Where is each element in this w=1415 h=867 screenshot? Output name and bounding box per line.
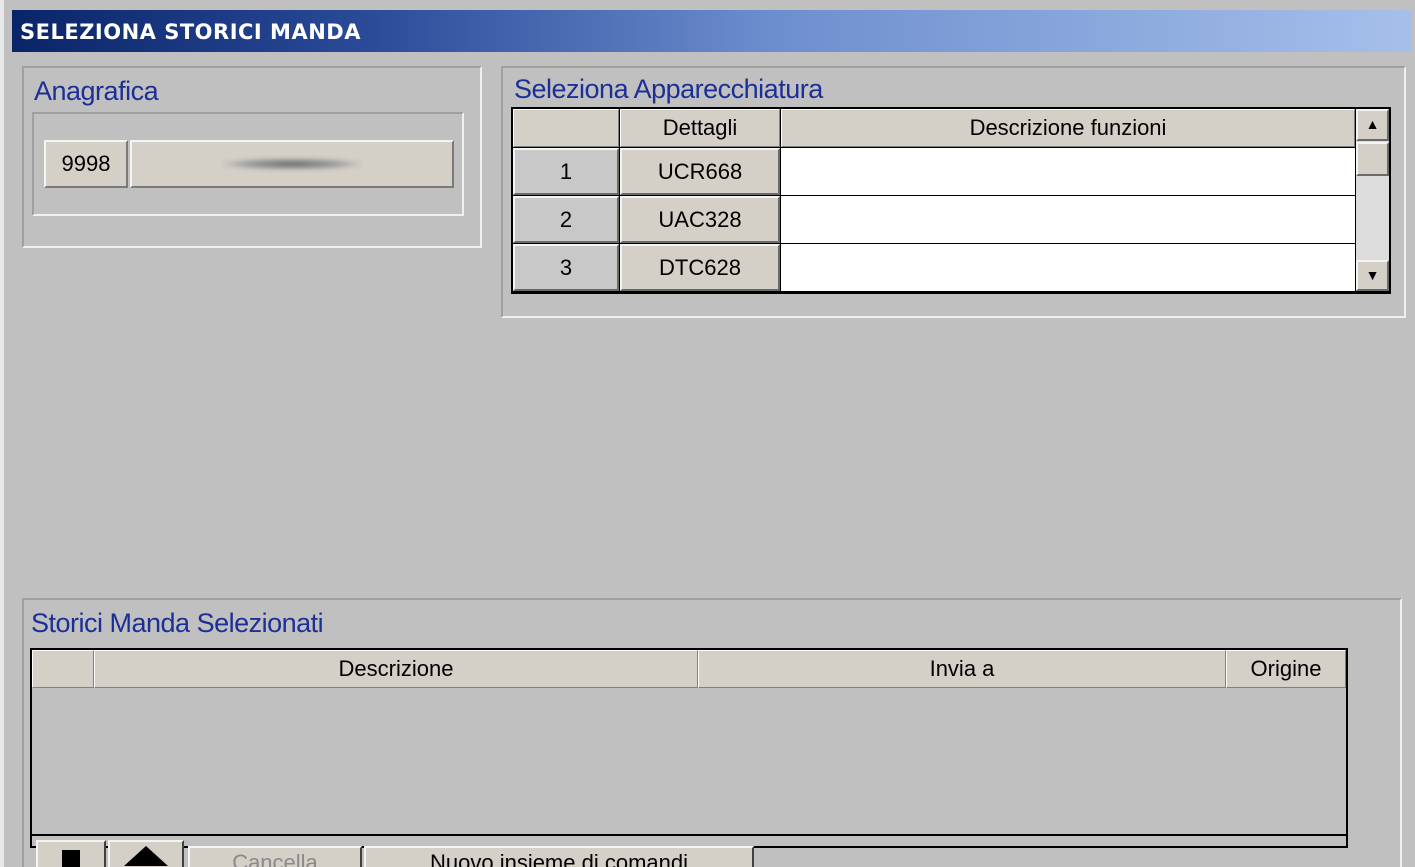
window-title: SELEZIONA STORICI MANDA <box>20 20 361 44</box>
title-bar[interactable]: SELEZIONA STORICI MANDA <box>12 10 1412 52</box>
storici-grid-body[interactable] <box>32 688 1346 836</box>
apparecchiatura-title: Seleziona Apparecchiatura <box>514 74 823 104</box>
column-header-invia-a[interactable]: Invia a <box>698 650 1226 688</box>
column-header-dettagli[interactable]: Dettagli <box>620 109 780 147</box>
new-command-set-button[interactable]: Nuovo insieme di comandi <box>364 846 754 867</box>
blurred-name <box>222 158 362 170</box>
scroll-thumb[interactable] <box>1356 142 1389 176</box>
up-arrow-icon <box>124 846 168 866</box>
cancella-button[interactable]: Cancella <box>188 846 362 867</box>
column-header-descrizione-funzioni[interactable]: Descrizione funzioni <box>781 109 1355 147</box>
row-descrizione-cell[interactable] <box>781 196 1355 243</box>
scroll-up-arrow-icon[interactable]: ▲ <box>1356 109 1389 141</box>
delete-icon <box>62 850 80 867</box>
row-number[interactable]: 1 <box>513 148 619 195</box>
apparecchiatura-grid: Dettagli Descrizione funzioni 1 UCR668 2… <box>511 107 1391 294</box>
row-number[interactable]: 2 <box>513 196 619 243</box>
row-dettagli-button[interactable]: UCR668 <box>620 148 780 195</box>
row-descrizione-cell[interactable] <box>781 244 1355 291</box>
anagrafica-name-field[interactable] <box>130 140 454 188</box>
row-dettagli-button[interactable]: DTC628 <box>620 244 780 291</box>
row-dettagli-button[interactable]: UAC328 <box>620 196 780 243</box>
storici-grid-divider <box>32 834 1346 836</box>
row-number[interactable]: 3 <box>513 244 619 291</box>
up-button[interactable] <box>108 840 184 867</box>
scroll-down-arrow-icon[interactable]: ▼ <box>1356 260 1389 291</box>
anagrafica-code-field[interactable]: 9998 <box>44 140 128 188</box>
anagrafica-title: Anagrafica <box>34 76 159 106</box>
storici-grid: Descrizione Invia a Origine <box>30 648 1348 848</box>
grid-corner-header <box>32 650 94 688</box>
window: SELEZIONA STORICI MANDA Anagrafica 9998 … <box>0 0 1415 867</box>
grid-corner-header <box>513 109 619 147</box>
delete-button[interactable] <box>36 840 106 867</box>
row-descrizione-cell[interactable] <box>781 148 1355 195</box>
column-header-origine[interactable]: Origine <box>1226 650 1346 688</box>
column-header-descrizione[interactable]: Descrizione <box>94 650 698 688</box>
storici-title: Storici Manda Selezionati <box>31 608 324 638</box>
